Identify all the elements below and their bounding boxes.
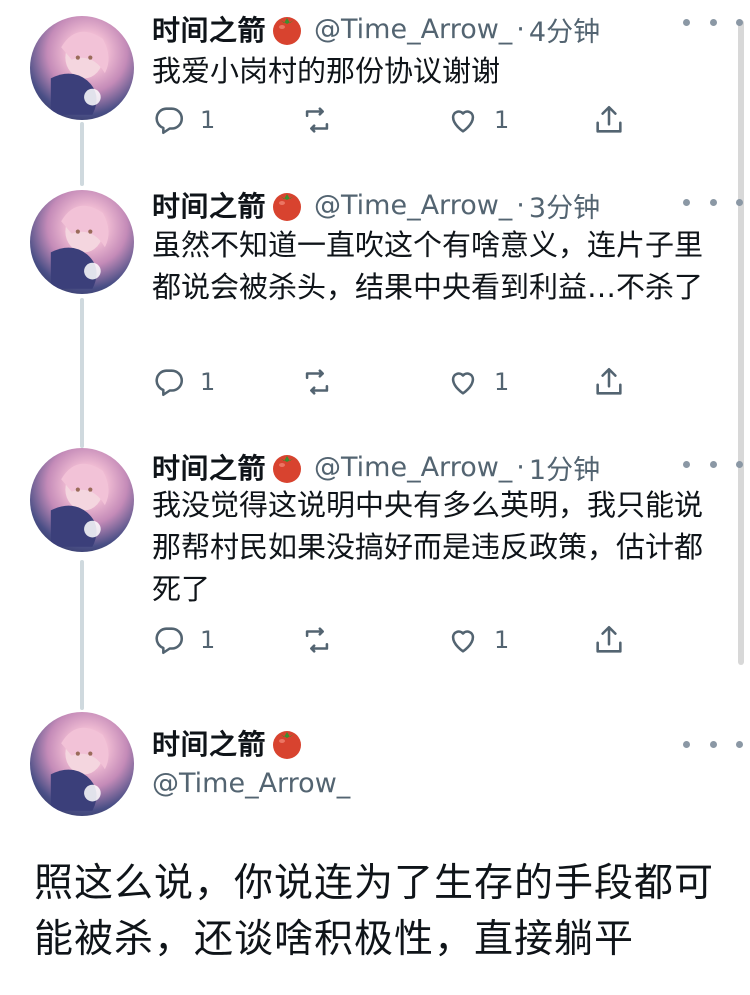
more-icon[interactable] (683, 454, 743, 474)
like-button[interactable]: 1 (446, 100, 509, 140)
share-icon (596, 367, 622, 395)
retweet-icon (305, 107, 329, 133)
reply-count: 1 (200, 368, 216, 396)
like-count: 1 (494, 368, 510, 396)
separator: · (516, 189, 525, 221)
retweet-icon (305, 369, 329, 395)
action-bar: 1 1 (152, 100, 632, 140)
more-icon[interactable] (683, 192, 743, 212)
reply-icon (155, 627, 184, 655)
timestamp[interactable]: 4分钟 (529, 10, 600, 49)
like-icon (451, 630, 475, 653)
reply-icon (155, 107, 184, 135)
display-name[interactable]: 时间之箭 (152, 9, 266, 49)
reply-button[interactable]: 1 (152, 362, 215, 402)
tomato-emoji (270, 450, 304, 484)
tomato-emoji (270, 12, 304, 46)
share-button[interactable] (592, 620, 626, 660)
reply-count: 1 (200, 626, 216, 654)
avatar-image (50, 205, 109, 289)
tweet[interactable]: 时间之箭 @Time_Arrow_ · 4分钟 我爱小岗村的那份协议谢谢 1 1 (0, 2, 750, 152)
retweet-icon (305, 627, 329, 653)
like-button[interactable]: 1 (446, 620, 509, 660)
avatar[interactable] (30, 712, 134, 816)
display-name[interactable]: 时间之箭 (152, 185, 266, 225)
reply-button[interactable]: 1 (152, 620, 215, 660)
share-button[interactable] (592, 362, 626, 402)
tomato-emoji (270, 188, 304, 222)
like-icon (451, 110, 475, 133)
avatar[interactable] (30, 448, 134, 552)
handle[interactable]: @Time_Arrow_ (314, 190, 512, 221)
retweet-button[interactable] (300, 100, 334, 140)
handle[interactable]: @Time_Arrow_ (314, 452, 512, 483)
tweet-text: 虽然不知道一直吹这个有啥意义，连片子里都说会被杀头，结果中央看到利益…不杀了 (152, 228, 704, 304)
display-name[interactable]: 时间之箭 (152, 447, 266, 487)
action-bar: 1 1 (152, 362, 632, 402)
avatar-image (50, 31, 109, 115)
like-count: 1 (494, 626, 510, 654)
avatar-image (50, 463, 109, 547)
separator: · (516, 451, 525, 483)
share-icon (596, 105, 622, 133)
tweet[interactable]: 时间之箭 @Time_Arrow_ · 1分钟 我没觉得这说明中央有多么英明，我… (0, 444, 750, 694)
retweet-button[interactable] (300, 362, 334, 402)
action-bar: 1 1 (152, 620, 632, 660)
share-button[interactable] (592, 100, 626, 140)
avatar[interactable] (30, 16, 134, 120)
reply-button[interactable]: 1 (152, 100, 215, 140)
tweet-text: 我爱小岗村的那份协议谢谢 (152, 54, 501, 88)
timestamp[interactable]: 1分钟 (529, 448, 600, 487)
tweet[interactable]: 时间之箭 @Time_Arrow_ · 3分钟 虽然不知道一直吹这个有啥意义，连… (0, 182, 750, 432)
handle-row: @Time_Arrow_ (152, 760, 350, 806)
like-icon (451, 372, 475, 395)
share-icon (596, 625, 622, 653)
like-count: 1 (494, 106, 510, 134)
tweet-header: 时间之箭 @Time_Arrow_ · 4分钟 (152, 6, 600, 52)
handle[interactable]: @Time_Arrow_ (152, 768, 350, 799)
tweet-text: 我没觉得这说明中央有多么英明，我只能说那帮村民如果没搞好而是违反政策，估计都死了 (152, 488, 704, 606)
tomato-emoji (270, 726, 304, 760)
timestamp[interactable]: 3分钟 (529, 186, 600, 225)
reply-icon (155, 369, 184, 397)
like-button[interactable]: 1 (446, 362, 509, 402)
avatar[interactable] (30, 190, 134, 294)
main-tweet-text: 照这么说，你说连为了生存的手段都可能被杀，还谈啥积极性，直接躺平 (34, 861, 715, 962)
more-icon[interactable] (683, 734, 743, 754)
retweet-button[interactable] (300, 620, 334, 660)
display-name[interactable]: 时间之箭 (152, 723, 266, 763)
avatar-image (50, 727, 109, 811)
more-icon[interactable] (683, 12, 743, 32)
separator: · (516, 13, 525, 45)
handle[interactable]: @Time_Arrow_ (314, 14, 512, 45)
reply-count: 1 (200, 106, 216, 134)
tweet-header: 时间之箭 @Time_Arrow_ · 3分钟 (152, 182, 600, 228)
